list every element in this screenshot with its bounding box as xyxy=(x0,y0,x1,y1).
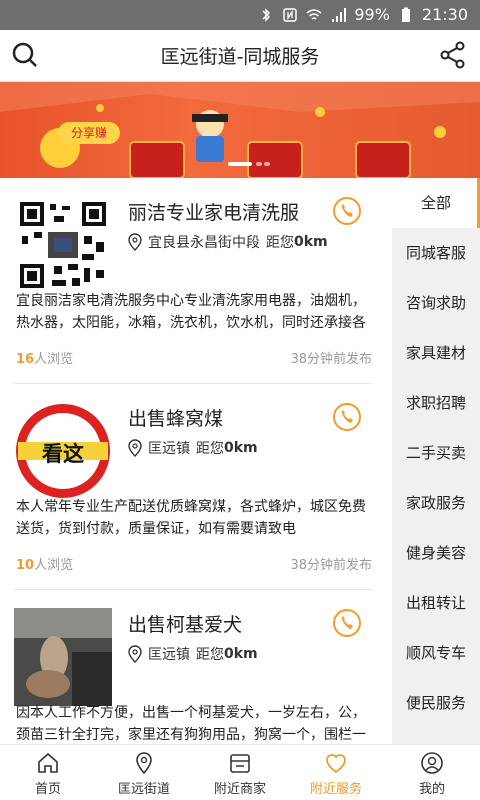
distance-label: 距您 xyxy=(196,441,224,457)
category-rideshare[interactable]: 顺风专车 xyxy=(392,628,480,678)
phone-icon[interactable] xyxy=(332,196,362,226)
location-icon xyxy=(136,752,152,775)
listing-meta: 16人浏览 38分钟前发布 xyxy=(16,348,372,367)
distance-value: 0km xyxy=(224,646,258,662)
bottom-tab-bar: 首页 匡远街道 附近商家 附近服务 我的 xyxy=(0,744,480,800)
post-time: 38分钟前发布 xyxy=(290,352,372,367)
tab-nearby-shops[interactable]: 附近商家 xyxy=(192,745,288,800)
listing-card[interactable]: 丽洁专业家电清洗服 宜良县永昌街中段 距您 0km 宜良丽洁家电清洗服务中心专业清… xyxy=(0,178,392,384)
category-rental[interactable]: 出租转让 xyxy=(392,578,480,628)
listing-title[interactable]: 出售柯基爱犬 xyxy=(128,610,242,637)
heart-icon xyxy=(326,754,346,774)
promo-banner[interactable]: 分享赚 xyxy=(0,82,480,178)
carousel-indicator-active xyxy=(228,162,252,166)
view-count: 16 xyxy=(16,352,35,367)
wifi-icon xyxy=(306,8,322,20)
listing-description: 宜良丽洁家电清洗服务中心专业清洗家用电器，油烟机，热水器，太阳能，冰箱，洗衣机，… xyxy=(16,293,366,331)
category-furniture[interactable]: 家具建材 xyxy=(392,328,480,378)
listing-title[interactable]: 出售蜂窝煤 xyxy=(128,404,223,431)
category-secondhand[interactable]: 二手买卖 xyxy=(392,428,480,478)
listing-card[interactable]: 看这 出售蜂窝煤 匡远镇 距您 0km 本人常年专业生产配送优质蜂窝煤，各式蜂炉，… xyxy=(0,384,392,590)
store-icon xyxy=(230,754,250,773)
carousel-indicator xyxy=(264,162,270,166)
view-suffix: 人浏览 xyxy=(34,558,74,573)
carousel-indicator xyxy=(256,162,262,166)
view-suffix: 人浏览 xyxy=(34,352,74,367)
tab-label: 附近服务 xyxy=(309,782,362,797)
tab-home[interactable]: 首页 xyxy=(0,745,96,800)
location-pin-icon xyxy=(128,439,142,457)
distance-label: 距您 xyxy=(196,647,224,663)
category-fitness[interactable]: 健身美容 xyxy=(392,528,480,578)
user-icon xyxy=(421,752,443,774)
clock: 21:30 xyxy=(421,5,468,24)
category-jobs[interactable]: 求职招聘 xyxy=(392,378,480,428)
listing-meta: 10人浏览 38分钟前发布 xyxy=(16,554,372,573)
signal-icon xyxy=(332,7,347,22)
category-convenience[interactable]: 便民服务 xyxy=(392,678,480,728)
location-text: 匡远镇 xyxy=(148,647,190,663)
listing-image: 看这 xyxy=(14,402,112,500)
app-header: 匡远街道-同城服务 xyxy=(0,30,480,82)
location-pin-icon xyxy=(128,233,142,251)
tab-nearby-services[interactable]: 附近服务 xyxy=(288,745,384,800)
tab-label: 匡远街道 xyxy=(117,782,170,797)
category-sidebar: 全部 同城客服 咨询求助 家具建材 求职招聘 二手买卖 家政服务 健身美容 出租… xyxy=(392,178,480,744)
phone-icon[interactable] xyxy=(332,608,362,638)
listing-location: 匡远镇 距您 0km xyxy=(128,438,258,458)
listing-card[interactable]: 出售柯基爱犬 匡远镇 距您 0km 因本人工作不方便，出售一个柯基爱犬，一岁左右，… xyxy=(0,590,392,744)
category-housekeeping[interactable]: 家政服务 xyxy=(392,478,480,528)
view-count: 10 xyxy=(16,558,35,573)
category-all[interactable]: 全部 xyxy=(392,178,480,228)
bluetooth-icon xyxy=(262,7,271,22)
status-bar: 99% 21:30 xyxy=(0,0,480,30)
location-text: 匡远镇 xyxy=(148,441,190,457)
listing-feed[interactable]: 丽洁专业家电清洗服 宜良县永昌街中段 距您 0km 宜良丽洁家电清洗服务中心专业清… xyxy=(0,178,392,744)
nfc-icon xyxy=(283,7,298,22)
share-icon[interactable] xyxy=(438,40,468,70)
listing-title[interactable]: 丽洁专业家电清洗服 xyxy=(128,198,299,225)
listing-location: 宜良县永昌街中段 距您 0km xyxy=(128,232,328,252)
page-title: 匡远街道-同城服务 xyxy=(160,46,320,68)
category-customer-service[interactable]: 同城客服 xyxy=(392,228,480,278)
listing-location: 匡远镇 距您 0km xyxy=(128,644,258,664)
tab-label: 首页 xyxy=(34,782,61,797)
home-icon xyxy=(38,752,58,773)
listing-image xyxy=(14,608,112,706)
tab-label: 我的 xyxy=(418,782,445,797)
battery-level: 99% xyxy=(354,5,390,24)
tab-street[interactable]: 匡远街道 xyxy=(96,745,192,800)
category-help[interactable]: 咨询求助 xyxy=(392,278,480,328)
location-text: 宜良县永昌街中段 xyxy=(148,235,260,251)
tab-label: 附近商家 xyxy=(213,782,266,797)
distance-label: 距您 xyxy=(266,235,294,251)
phone-icon[interactable] xyxy=(332,402,362,432)
battery-icon xyxy=(401,7,410,22)
image-caption: 看这 xyxy=(42,442,84,466)
qr-code-image xyxy=(14,196,112,294)
listing-description: 因本人工作不方便，出售一个柯基爱犬，一岁左右，公，颈苗三针全打完，家里还有狗狗用… xyxy=(16,705,366,743)
post-time: 38分钟前发布 xyxy=(290,558,372,573)
distance-value: 0km xyxy=(294,234,328,250)
banner-tag: 分享赚 xyxy=(58,122,120,144)
listing-description: 本人常年专业生产配送优质蜂窝煤，各式蜂炉，城区免费送货，货到付款，质量保证，如有… xyxy=(16,499,366,537)
distance-value: 0km xyxy=(224,440,258,456)
location-pin-icon xyxy=(128,645,142,663)
tab-profile[interactable]: 我的 xyxy=(384,745,480,800)
